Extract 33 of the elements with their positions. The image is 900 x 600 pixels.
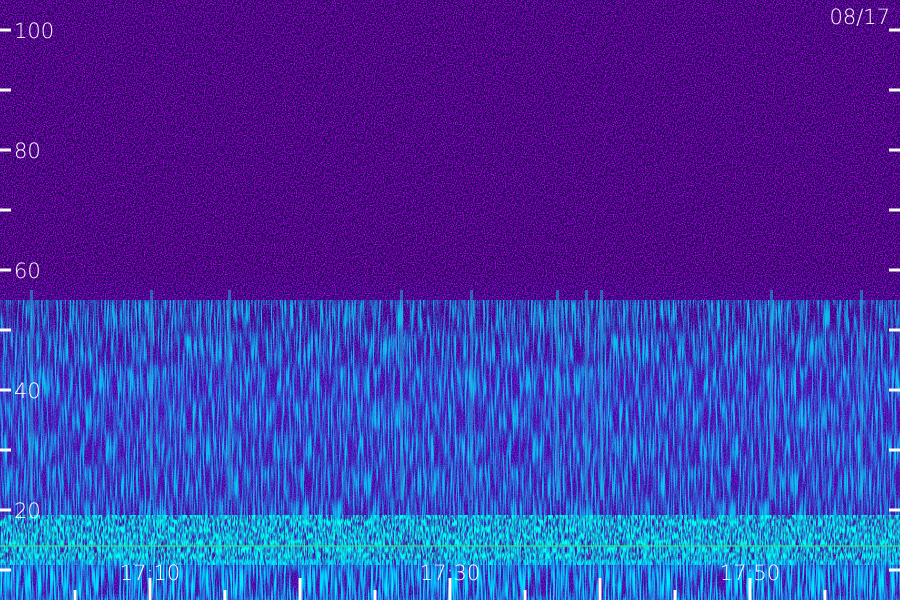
tick-mark xyxy=(674,590,676,600)
tick-mark xyxy=(889,448,900,452)
tick-mark xyxy=(0,568,11,572)
tick-mark xyxy=(889,148,900,152)
tick-mark xyxy=(824,590,826,600)
axis-label: 100 xyxy=(14,19,54,43)
tick-mark xyxy=(889,88,900,92)
tick-mark xyxy=(889,328,900,332)
tick-mark xyxy=(0,268,11,272)
tick-mark xyxy=(0,148,11,152)
tick-mark xyxy=(889,208,900,212)
axis-label: 80 xyxy=(14,139,41,163)
date-label: 08/17 xyxy=(829,5,890,29)
tick-mark xyxy=(524,590,526,600)
tick-mark xyxy=(374,590,376,600)
tick-mark xyxy=(0,88,11,92)
tick-mark xyxy=(889,28,900,32)
tick-mark xyxy=(0,208,11,212)
tick-mark xyxy=(889,268,900,272)
tick-mark xyxy=(298,578,302,600)
axis-label: 40 xyxy=(14,379,41,403)
tick-mark xyxy=(0,508,11,512)
tick-mark xyxy=(889,568,900,572)
tick-mark xyxy=(598,578,602,600)
tick-mark xyxy=(889,508,900,512)
axis-label: 60 xyxy=(14,259,41,283)
tick-mark xyxy=(224,590,226,600)
tick-mark xyxy=(0,388,11,392)
tick-mark xyxy=(0,28,11,32)
tick-mark xyxy=(0,448,11,452)
tick-mark xyxy=(889,388,900,392)
tick-mark xyxy=(0,328,11,332)
tick-mark xyxy=(74,590,76,600)
